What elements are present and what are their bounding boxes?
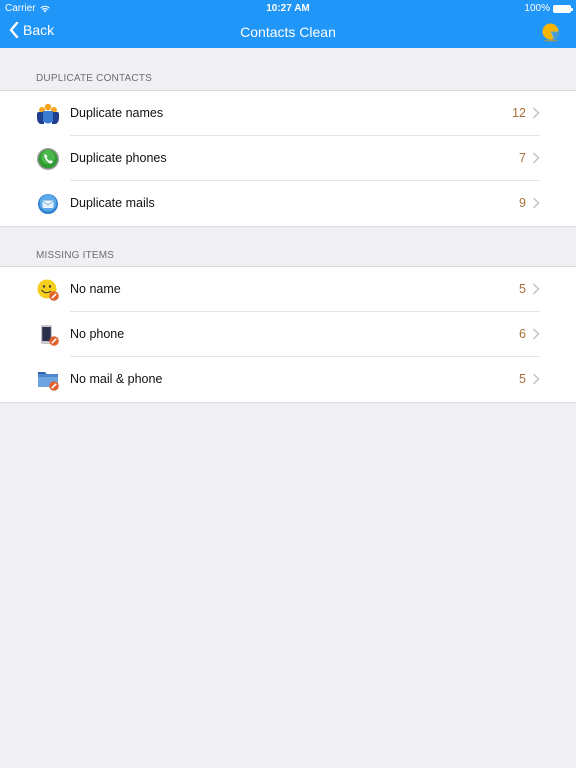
section-header-duplicate-contacts: DUPLICATE CONTACTS [36, 73, 153, 84]
row-label: No phone [70, 327, 125, 341]
pie-chart-icon[interactable] [541, 22, 561, 42]
row-label: No mail & phone [70, 372, 163, 386]
chevron-right-icon [532, 328, 540, 340]
phone-device-missing-icon [41, 325, 59, 346]
duplicate-contacts-group: Duplicate names 12 Duplicate phones 7 Du… [0, 90, 576, 227]
status-time: 10:27 AM [266, 3, 310, 14]
row-label: Duplicate names [70, 106, 164, 120]
row-count: 6 [519, 327, 526, 341]
battery-percent: 100% [524, 3, 550, 14]
section-header-missing-items: MISSING ITEMS [36, 250, 115, 261]
row-duplicate-names[interactable]: Duplicate names 12 [0, 91, 576, 136]
missing-items-group: No name 5 No phone 6 No mail & phone 5 [0, 266, 576, 403]
row-label: No name [70, 282, 121, 296]
row-count: 7 [519, 151, 526, 165]
row-count: 12 [512, 106, 526, 120]
group-people-icon [37, 103, 59, 124]
folder-missing-icon [38, 372, 59, 391]
row-count: 5 [519, 372, 526, 386]
smiley-missing-icon [37, 279, 59, 301]
row-duplicate-phones[interactable]: Duplicate phones 7 [0, 136, 576, 181]
row-no-name[interactable]: No name 5 [0, 267, 576, 312]
row-count: 5 [519, 282, 526, 296]
chevron-right-icon [532, 283, 540, 295]
row-count: 9 [519, 196, 526, 210]
status-bar: Carrier 10:27 AM 100% [0, 0, 576, 16]
row-no-phone[interactable]: No phone 6 [0, 312, 576, 357]
row-label: Duplicate phones [70, 151, 167, 165]
chevron-right-icon [532, 152, 540, 164]
phone-icon [37, 148, 59, 170]
navigation-bar: Carrier 10:27 AM 100% Back Contacts Clea… [0, 0, 576, 48]
chevron-right-icon [532, 197, 540, 209]
chevron-right-icon [532, 373, 540, 385]
row-duplicate-mails[interactable]: Duplicate mails 9 [0, 181, 576, 226]
mail-icon [38, 194, 58, 214]
chevron-right-icon [532, 107, 540, 119]
battery-indicator: 100% [524, 3, 573, 14]
row-label: Duplicate mails [70, 196, 155, 210]
battery-icon [553, 4, 573, 13]
row-no-mail-and-phone[interactable]: No mail & phone 5 [0, 357, 576, 402]
page-title: Contacts Clean [240, 24, 336, 40]
